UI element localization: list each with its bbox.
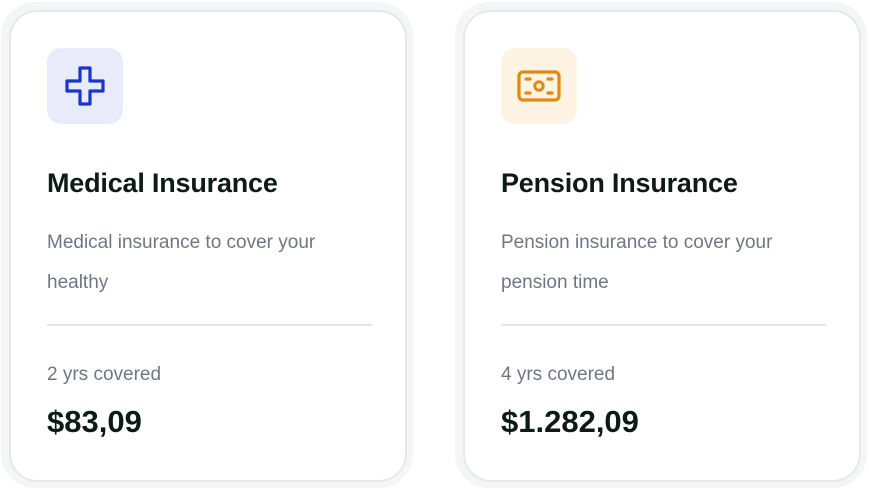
medical-insurance-card[interactable]: Medical Insurance Medical insurance to c…	[9, 10, 407, 482]
divider	[501, 324, 826, 326]
medical-cross-icon	[64, 65, 106, 107]
insurance-card-wrapper: Pension Insurance Pension insurance to c…	[455, 2, 867, 488]
coverage-text: 2 yrs covered	[47, 364, 162, 385]
insurance-cards: Medical Insurance Medical insurance to c…	[0, 0, 869, 490]
icon-tile	[47, 48, 123, 124]
price: $83,09	[47, 404, 142, 439]
insurance-card-wrapper: Medical Insurance Medical insurance to c…	[1, 2, 413, 488]
card-title: Pension Insurance	[501, 168, 738, 198]
price: $1.282,09	[501, 404, 639, 439]
coverage-text: 4 yrs covered	[501, 364, 616, 385]
card-description: Medical insurance to cover your healthy	[47, 232, 316, 293]
card-title: Medical Insurance	[47, 168, 278, 198]
pension-insurance-card[interactable]: Pension Insurance Pension insurance to c…	[463, 10, 861, 482]
divider	[47, 324, 372, 326]
cash-icon	[516, 68, 562, 104]
card-description: Pension insurance to cover your pension …	[501, 232, 773, 293]
icon-tile	[501, 48, 577, 124]
